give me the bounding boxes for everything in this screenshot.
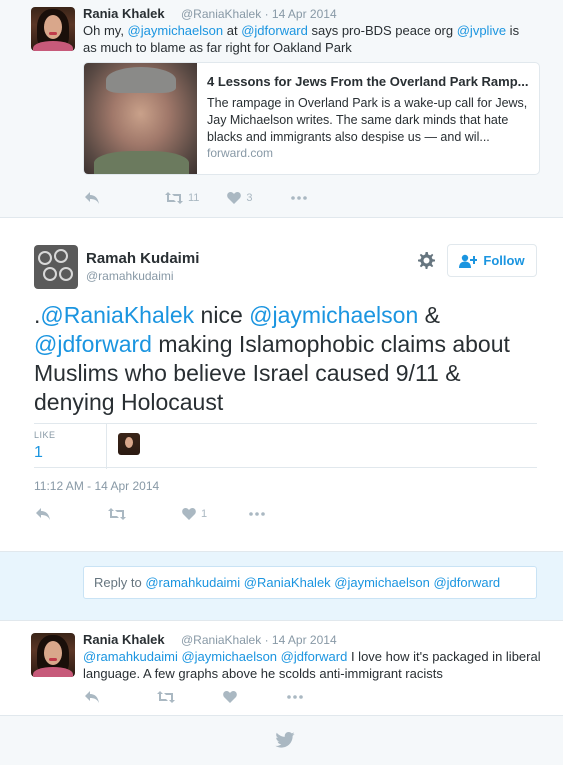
- more-button[interactable]: [287, 695, 303, 699]
- mention-link[interactable]: @jdforward: [281, 649, 348, 664]
- retweet-icon: [157, 691, 175, 703]
- mention-link[interactable]: @ramahkudaimi: [83, 649, 178, 664]
- avatar[interactable]: [31, 7, 75, 51]
- avatar[interactable]: [34, 245, 78, 289]
- reply-button[interactable]: [85, 691, 99, 703]
- tweet-text: Oh my, @jaymichaelson at @jdforward says…: [83, 23, 520, 55]
- heart-icon: [182, 508, 196, 520]
- tweet-actions: [85, 691, 341, 703]
- author-handle[interactable]: @ramahkudaimi: [86, 269, 174, 283]
- reply-composer: Reply to @ramahkudaimi @RaniaKhalek @jay…: [0, 551, 563, 621]
- reply-icon: [85, 192, 99, 204]
- reply-icon: [85, 691, 99, 703]
- author-handle[interactable]: @RaniaKhalek · 14 Apr 2014: [181, 633, 337, 647]
- tweet-text: .@RaniaKhalek nice @jaymichaelson & @jdf…: [34, 302, 510, 415]
- mention-link[interactable]: @RaniaKhalek: [40, 302, 194, 328]
- liker-avatar[interactable]: [118, 433, 140, 455]
- like-button[interactable]: 1: [182, 508, 207, 520]
- mention-link[interactable]: @jaymichaelson: [249, 302, 418, 328]
- main-tweet: Ramah Kudaimi @ramahkudaimi Follow .@Ran…: [0, 218, 563, 551]
- reply-input[interactable]: Reply to @ramahkudaimi @RaniaKhalek @jay…: [83, 566, 537, 599]
- more-button[interactable]: [290, 196, 307, 200]
- avatar[interactable]: [31, 633, 75, 677]
- like-count: 1: [201, 508, 208, 520]
- reply-button[interactable]: [36, 508, 50, 520]
- retweet-count: 11: [188, 192, 200, 204]
- tweet-date[interactable]: · 14 Apr 2014: [265, 7, 337, 21]
- retweet-icon: [165, 192, 183, 204]
- follow-person-icon: [459, 254, 478, 268]
- more-button[interactable]: [249, 512, 265, 516]
- author-name[interactable]: Rania Khalek: [83, 6, 165, 21]
- stats-divider: [106, 424, 107, 469]
- retweet-button[interactable]: [157, 691, 175, 703]
- like-button[interactable]: [223, 691, 237, 703]
- tweet-timestamp[interactable]: 11:12 AM - 14 Apr 2014: [34, 479, 159, 493]
- card-domain: forward.com: [207, 146, 274, 160]
- follow-button[interactable]: Follow: [447, 244, 537, 277]
- gear-icon: [418, 252, 435, 269]
- reply-icon: [36, 508, 50, 520]
- tweet-stats: LIKE 1: [34, 423, 537, 469]
- reply-button[interactable]: [85, 192, 99, 204]
- tweet-actions: 11 3: [85, 192, 345, 204]
- like-button[interactable]: 3: [227, 192, 253, 204]
- retweet-icon: [108, 508, 126, 520]
- more-icon: [249, 512, 265, 516]
- likes-count-link[interactable]: 1: [34, 444, 43, 462]
- more-icon: [287, 695, 303, 699]
- retweet-button[interactable]: 11: [165, 192, 199, 204]
- tweet-date[interactable]: · 14 Apr 2014: [265, 633, 337, 647]
- author-name[interactable]: Rania Khalek: [83, 632, 165, 647]
- ancestor-tweet[interactable]: Rania Khalek @RaniaKhalek · 14 Apr 2014 …: [0, 0, 563, 218]
- card-title: 4 Lessons for Jews From the Overland Par…: [207, 74, 529, 89]
- mention-link[interactable]: @jdforward: [34, 331, 152, 357]
- reply-mentions: @ramahkudaimi @RaniaKhalek @jaymichaelso…: [145, 575, 501, 590]
- tweet-text: @ramahkudaimi @jaymichaelson @jdforward …: [83, 649, 541, 681]
- twitter-bird-icon: [275, 732, 295, 748]
- tweet-actions: 1: [36, 508, 303, 520]
- card-description: The rampage in Overland Park is a wake-u…: [207, 96, 528, 144]
- footer: [0, 716, 563, 765]
- author-handle[interactable]: @RaniaKhalek · 14 Apr 2014: [181, 7, 337, 21]
- more-icon: [290, 196, 307, 200]
- card-image: [84, 63, 197, 174]
- heart-icon: [223, 691, 237, 703]
- likes-label: LIKE: [34, 430, 56, 440]
- author-name[interactable]: Ramah Kudaimi: [86, 250, 199, 267]
- like-count: 3: [246, 192, 253, 204]
- reply-tweet[interactable]: Rania Khalek @RaniaKhalek · 14 Apr 2014 …: [0, 621, 563, 716]
- link-card[interactable]: 4 Lessons for Jews From the Overland Par…: [83, 62, 540, 175]
- mention-link[interactable]: @jaymichaelson: [128, 23, 224, 38]
- mention-link[interactable]: @jaymichaelson: [181, 649, 277, 664]
- settings-button[interactable]: [418, 252, 435, 274]
- heart-icon: [227, 192, 242, 204]
- mention-link[interactable]: @jvplive: [457, 23, 506, 38]
- retweet-button[interactable]: [108, 508, 126, 520]
- mention-link[interactable]: @jdforward: [241, 23, 308, 38]
